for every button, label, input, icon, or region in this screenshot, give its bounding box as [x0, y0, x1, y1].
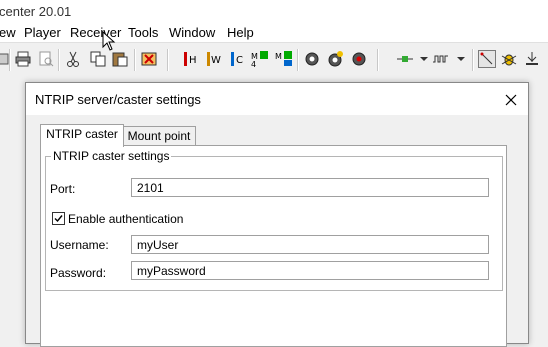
svg-text:C: C	[236, 55, 243, 66]
ntrip-settings-dialog: NTRIP server/caster settings NTRIP caste…	[25, 82, 529, 347]
chevron-down-icon[interactable]	[452, 50, 470, 68]
close-icon[interactable]	[500, 89, 522, 111]
gear-red-icon[interactable]	[350, 50, 368, 68]
menu-bar: ew Player Receiver Tools Window Help	[0, 22, 548, 42]
menu-player[interactable]: Player	[24, 25, 61, 40]
chevron-down-icon[interactable]	[415, 50, 433, 68]
svg-text:M: M	[275, 52, 282, 61]
dialog-titlebar: NTRIP server/caster settings	[26, 83, 528, 115]
port-label: Port:	[50, 182, 76, 196]
toolbar: H W C M4 M	[0, 42, 548, 77]
username-label: Username:	[50, 238, 109, 252]
settings-gear-icon[interactable]	[303, 50, 321, 68]
tab-mount-point[interactable]: Mount point	[122, 126, 196, 146]
print-icon[interactable]	[14, 50, 32, 68]
enable-authentication-label[interactable]: Enable authentication	[68, 212, 183, 226]
magic-wand-icon[interactable]	[478, 50, 496, 68]
svg-text:W: W	[211, 55, 221, 66]
antenna-icon[interactable]	[523, 50, 541, 68]
gear-star-icon[interactable]	[326, 50, 344, 68]
group-title: NTRIP caster settings	[51, 149, 172, 163]
enable-authentication-checkbox[interactable]	[52, 212, 65, 225]
dialog-title: NTRIP server/caster settings	[35, 92, 201, 107]
menu-help[interactable]: Help	[227, 25, 254, 40]
marker-w-icon[interactable]: W	[205, 50, 223, 68]
marker-h-icon[interactable]: H	[181, 50, 199, 68]
add-marker-icon[interactable]: M4	[251, 50, 269, 68]
password-label: Password:	[50, 266, 107, 280]
copy-icon[interactable]	[89, 50, 107, 68]
paste-icon[interactable]	[111, 50, 129, 68]
menu-view[interactable]: ew	[0, 25, 16, 40]
marker-c-icon[interactable]: C	[228, 50, 246, 68]
app-title: center 20.01	[0, 4, 72, 19]
menu-tools[interactable]: Tools	[128, 25, 158, 40]
waveform-icon[interactable]	[432, 50, 450, 68]
username-field[interactable]: myUser	[131, 235, 489, 254]
checkmark-icon	[54, 215, 63, 223]
tab-ntrip-caster[interactable]: NTRIP caster	[40, 124, 124, 147]
bug-icon[interactable]	[500, 50, 518, 68]
svg-text:H: H	[189, 55, 197, 66]
delete-icon[interactable]	[140, 50, 158, 68]
cut-icon[interactable]	[64, 50, 82, 68]
tab-panel-ntrip-caster: NTRIP caster settings Port: 2101 Enable …	[40, 145, 507, 347]
add-marker-alt-icon[interactable]: M	[275, 50, 293, 68]
password-field[interactable]: myPassword	[131, 261, 489, 280]
port-field[interactable]: 2101	[131, 178, 489, 197]
svg-text:4: 4	[251, 60, 256, 68]
app-titlebar: center 20.01	[0, 0, 548, 22]
menu-window[interactable]: Window	[169, 25, 215, 40]
connection-icon[interactable]	[396, 50, 414, 68]
print-preview-icon[interactable]	[37, 50, 55, 68]
caster-settings-group: NTRIP caster settings Port: 2101 Enable …	[45, 149, 503, 291]
mouse-cursor-icon	[102, 31, 116, 51]
